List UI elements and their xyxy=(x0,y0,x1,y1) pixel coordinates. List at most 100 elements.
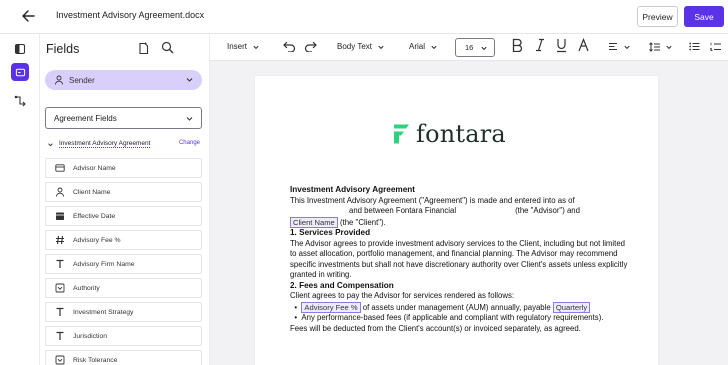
field-group-label: Investment Advisory Agreement xyxy=(59,140,151,148)
insert-label: Insert xyxy=(227,42,248,51)
field-advisor-name[interactable]: Advisor Name xyxy=(45,158,202,178)
search-fields-button[interactable] xyxy=(161,41,175,55)
section-1-heading: 1. Services Provided xyxy=(290,228,371,237)
chevron-down-icon xyxy=(666,45,672,50)
workflow-icon xyxy=(14,95,26,106)
font-size-value: 16 xyxy=(465,43,474,52)
chevron-down-icon xyxy=(431,45,437,49)
rail-pages-button[interactable] xyxy=(11,40,29,58)
field-label: Advisory Firm Name xyxy=(73,260,135,268)
field-set-select[interactable]: Agreement Fields xyxy=(45,107,202,129)
field-label: Authority xyxy=(73,284,100,292)
field-label: Risk Tolerance xyxy=(73,356,118,364)
field-risk-tolerance[interactable]: Risk Tolerance xyxy=(45,350,202,365)
client-name-placeholder[interactable]: Client Name xyxy=(290,216,338,228)
top-bar: Investment Advisory Agreement.docx Previ… xyxy=(0,0,728,34)
intro-text-2: and between Fontara Financial xyxy=(349,206,457,215)
bulleted-list-icon xyxy=(689,42,700,51)
chevron-down-icon xyxy=(253,45,259,49)
rail-fields-button[interactable] xyxy=(11,63,29,81)
search-icon xyxy=(161,41,174,54)
fee-bullet-1: • Advisory Fee % of assets under managem… xyxy=(290,301,630,313)
field-set-value: Agreement Fields xyxy=(54,113,117,123)
redo-button[interactable] xyxy=(304,41,317,52)
field-label: Advisory Fee % xyxy=(73,236,121,244)
save-button[interactable]: Save xyxy=(684,6,724,27)
add-field-button[interactable] xyxy=(137,42,151,56)
underline-icon xyxy=(557,39,566,53)
italic-button[interactable] xyxy=(535,38,545,55)
field-investment-strategy[interactable]: Investment Strategy xyxy=(45,302,202,322)
document-body[interactable]: Investment Advisory Agreement This Inves… xyxy=(290,185,630,334)
field-advisory-fee[interactable]: Advisory Fee % xyxy=(45,230,202,250)
field-client-name[interactable]: Client Name xyxy=(45,182,202,202)
advisory-fee-placeholder[interactable]: Advisory Fee % xyxy=(301,301,361,313)
arrow-left-icon xyxy=(22,10,35,22)
align-select[interactable] xyxy=(608,42,631,51)
redo-icon xyxy=(304,41,317,52)
chevron-down-icon xyxy=(186,78,193,82)
intro-line-2: and between Fontara Financial (the "Advis… xyxy=(290,206,630,217)
insert-menu[interactable]: Insert xyxy=(227,42,260,51)
intro-text-4: (the "Client"). xyxy=(339,217,386,227)
document-canvas[interactable]: fontara Investment Advisory Agreement Th… xyxy=(210,61,728,365)
bold-icon xyxy=(512,38,523,53)
font-size-select[interactable]: 16 xyxy=(455,38,495,57)
panel-title: Fields xyxy=(46,42,80,56)
text-color-button[interactable] xyxy=(578,37,589,55)
text-color-icon xyxy=(578,37,589,52)
fee-bullet-2-text: Any performance-based fees (if applicabl… xyxy=(301,313,604,322)
sender-selector[interactable]: Sender xyxy=(45,70,202,90)
dropdown-icon xyxy=(54,355,65,365)
payment-frequency-placeholder[interactable]: Quarterly xyxy=(552,301,591,313)
editor-toolbar: Insert Body Text Arial 16 xyxy=(210,34,728,61)
field-advisory-firm-name[interactable]: Advisory Firm Name xyxy=(45,254,202,274)
back-button[interactable] xyxy=(18,6,38,26)
person-icon xyxy=(54,187,65,198)
line-spacing-select[interactable] xyxy=(649,42,673,52)
rail-workflow-button[interactable] xyxy=(11,91,29,109)
italic-icon xyxy=(536,38,544,52)
left-rail xyxy=(0,34,40,365)
text-style-select[interactable]: Body Text xyxy=(337,42,385,51)
field-label: Jurisdiction xyxy=(73,332,107,340)
hash-icon xyxy=(54,235,65,246)
fee-bullet-text: of assets under management (AUM) annuall… xyxy=(362,302,551,312)
line-spacing-icon xyxy=(649,42,660,52)
chevron-down-icon xyxy=(48,143,53,147)
bold-button[interactable] xyxy=(512,38,523,55)
sender-label: Sender xyxy=(69,75,95,85)
field-label: Client Name xyxy=(73,188,111,196)
section-2-closing: Fees will be deducted from the Client's … xyxy=(290,323,581,333)
chevron-down-icon xyxy=(378,45,384,49)
section-1-text: The Advisor agrees to provide investment… xyxy=(290,238,628,280)
dropdown-icon xyxy=(54,283,65,294)
id-card-icon xyxy=(54,163,65,174)
change-link[interactable]: Change xyxy=(179,140,200,146)
company-logo: fontara xyxy=(390,120,506,148)
pages-icon xyxy=(14,43,26,55)
bulleted-list-button[interactable] xyxy=(689,42,700,51)
underline-button[interactable] xyxy=(556,38,567,56)
preview-button[interactable]: Preview xyxy=(637,6,678,27)
person-icon xyxy=(55,75,63,85)
add-document-icon xyxy=(139,42,149,55)
calendar-icon xyxy=(54,211,65,222)
field-jurisdiction[interactable]: Jurisdiction xyxy=(45,326,202,346)
text-style-value: Body Text xyxy=(337,42,372,51)
field-authority[interactable]: Authority xyxy=(45,278,202,298)
field-group-header[interactable]: Investment Advisory Agreement Change xyxy=(45,139,202,151)
font-family-select[interactable]: Arial xyxy=(409,42,438,51)
field-effective-date[interactable]: Effective Date xyxy=(45,206,202,226)
text-icon xyxy=(54,331,65,342)
document-page[interactable]: fontara Investment Advisory Agreement Th… xyxy=(255,76,658,365)
fontara-logo-icon xyxy=(394,124,409,144)
field-label: Investment Strategy xyxy=(73,308,134,316)
text-icon xyxy=(54,307,65,318)
numbered-list-button[interactable] xyxy=(710,42,721,52)
undo-button[interactable] xyxy=(283,41,296,52)
font-family-value: Arial xyxy=(409,42,426,51)
chevron-down-icon xyxy=(481,46,487,51)
section-2-heading: 2. Fees and Compensation xyxy=(290,280,394,290)
section-2-intro: Client agrees to pay the Advisor for ser… xyxy=(290,291,515,300)
